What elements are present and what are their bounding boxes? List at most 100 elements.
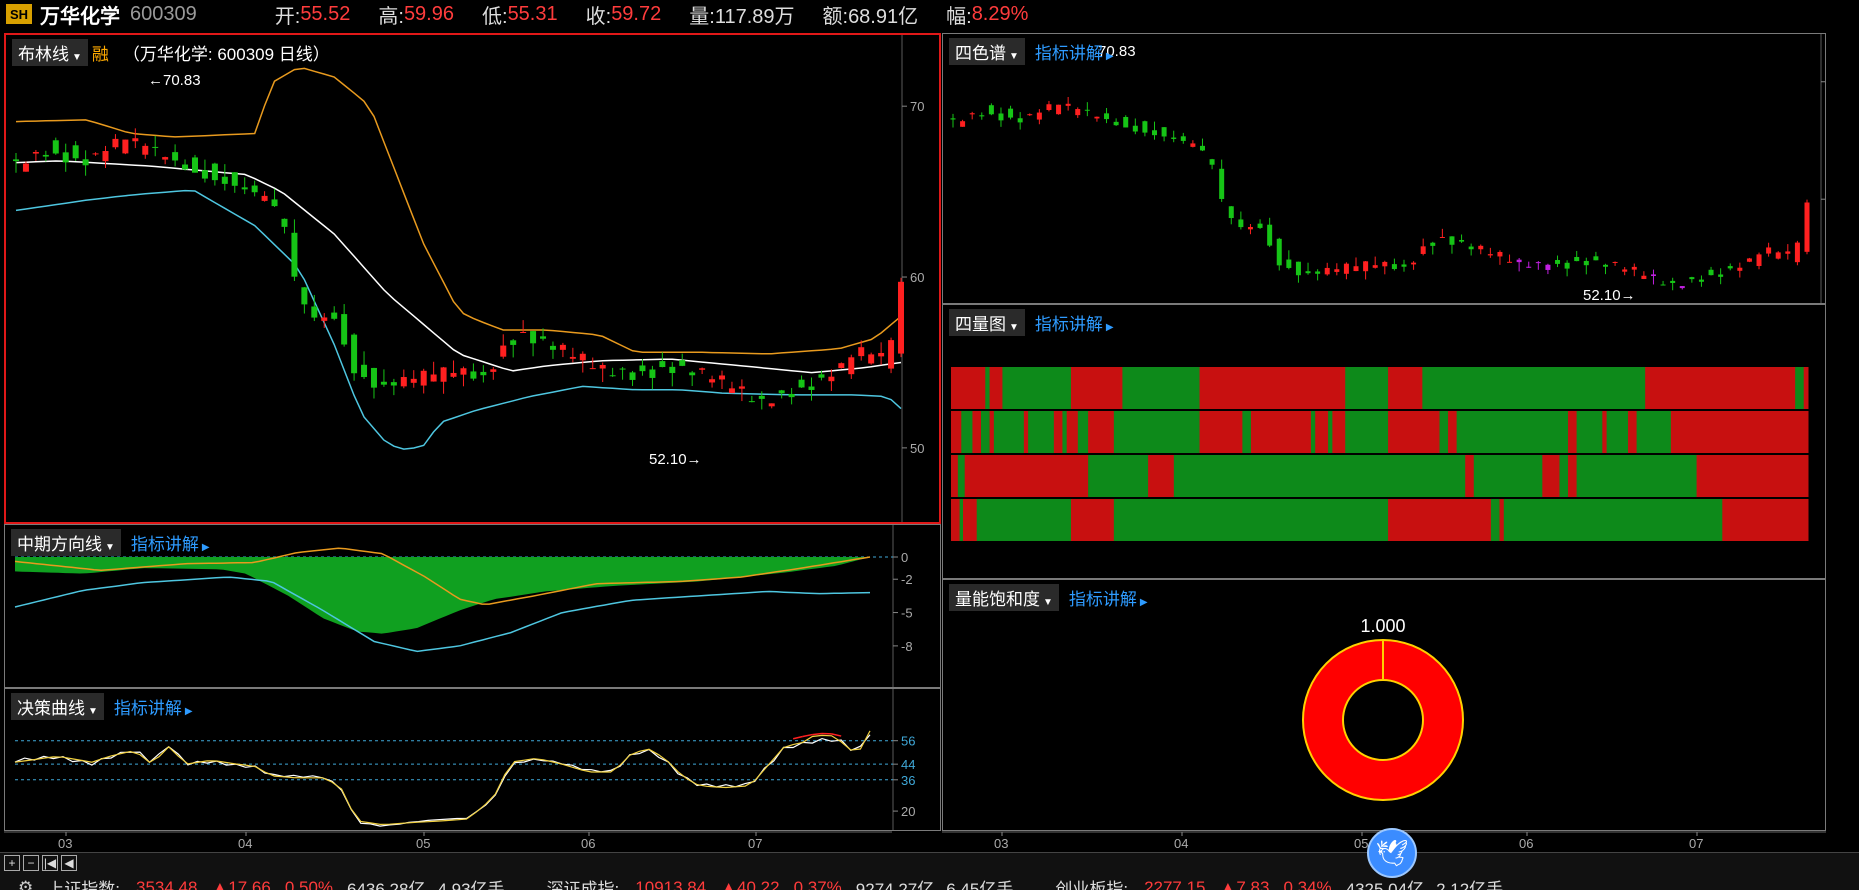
boll-indicator-selector[interactable]: 布林线 ▼ — [12, 39, 88, 66]
stock-code: 600309 — [130, 2, 197, 25]
candle-body — [950, 118, 956, 120]
decision-curve-selector[interactable]: 决策曲线 ▼ — [11, 693, 104, 720]
index-cy-name[interactable]: 创业板指: — [1055, 875, 1128, 890]
candle-body — [1574, 257, 1580, 262]
four-quant-panel[interactable]: 四量图 ▼ 指标讲解 ▶ — [942, 304, 1826, 579]
four-quant-selector[interactable]: 四量图 ▼ — [949, 309, 1025, 336]
candle-body — [1459, 239, 1465, 242]
candle-body — [1497, 251, 1503, 257]
candle-body — [72, 145, 79, 159]
candle-body — [1689, 277, 1695, 280]
play-icon: ▶ — [1139, 597, 1148, 608]
candle-body — [1334, 269, 1340, 272]
four-color-selector[interactable]: 四色谱 ▼ — [949, 38, 1025, 65]
candle-body — [689, 372, 696, 376]
candle-body — [162, 157, 169, 160]
candle-body — [251, 185, 258, 193]
x-tick-label: 04 — [1174, 836, 1188, 851]
main-chart-panel[interactable]: 布林线 ▼ 融 （万华化学: 600309 日线） 70 60 50 ←70.83 52.… — [4, 33, 941, 524]
saturation-selector[interactable]: 量能饱和度 ▼ — [949, 584, 1059, 611]
chart-subtitle: （万华化学: 600309 日线） — [122, 45, 330, 64]
candle-body — [1238, 219, 1244, 228]
decision-explain-link[interactable]: 指标讲解 ▶ — [114, 694, 193, 719]
candle-body — [1075, 109, 1081, 116]
quant-cell — [959, 499, 964, 541]
quant-cell — [980, 411, 991, 453]
decision-curve-panel[interactable]: 决策曲线 ▼ 指标讲解 ▶ 56 44 36 20 — [4, 688, 941, 831]
saturation-value-label: 1.000 — [1360, 616, 1405, 636]
candle-body — [988, 105, 994, 115]
quant-cell — [989, 411, 995, 453]
candle-body — [1008, 108, 1014, 118]
candle-body — [291, 232, 298, 277]
candle-body — [1468, 246, 1474, 250]
x-tick-label: 07 — [748, 836, 762, 851]
boll-lower-line — [15, 189, 902, 450]
four-color-explain-link[interactable]: 指标讲解 ▶ — [1035, 39, 1114, 64]
gear-icon[interactable]: ⚙ — [18, 878, 33, 890]
go-first-button[interactable]: |◀ — [42, 855, 58, 871]
candle-body — [1123, 116, 1129, 128]
candle-body — [788, 393, 795, 398]
candlestick-chart[interactable]: 70 60 50 ←70.83 52.10→ — [6, 35, 941, 524]
mid-direction-selector[interactable]: 中期方向线 ▼ — [11, 529, 121, 556]
overbought-segment — [792, 735, 803, 740]
low-price-annotation: 52.10→ — [649, 451, 702, 468]
candle-body — [1487, 254, 1493, 256]
donut-hole — [1342, 679, 1424, 761]
mid-direction-label: 中期方向线 — [17, 535, 102, 554]
saturation-donut: 1.000 — [1302, 616, 1464, 801]
candle-body — [748, 401, 755, 403]
candle-body — [1555, 260, 1561, 264]
index-sz-pct: 0.37% — [793, 877, 842, 890]
mid-direction-explain-link[interactable]: 指标讲解 ▶ — [131, 530, 210, 555]
candle-body — [52, 140, 59, 154]
candle-body — [728, 388, 735, 394]
quant-cell — [1568, 455, 1578, 497]
x-tick-label: 06 — [581, 836, 595, 851]
candle-body — [868, 354, 875, 364]
quote-change-label: 幅: — [946, 5, 972, 28]
candle-body — [62, 152, 69, 163]
mid-direction-panel[interactable]: 中期方向线 ▼ 指标讲解 ▶ 0 -2 -5 -8 — [4, 524, 941, 688]
saturation-explain-link[interactable]: 指标讲解 ▶ — [1069, 585, 1148, 610]
overbought-segment — [802, 733, 813, 738]
zoom-in-button[interactable]: + — [4, 855, 20, 871]
quote-volume-value: 117.89万 — [714, 5, 795, 28]
index-sz-name[interactable]: 深证成指: — [547, 875, 620, 890]
candle-body — [639, 365, 646, 372]
candle-body — [1152, 130, 1158, 136]
zoom-out-button[interactable]: − — [23, 855, 39, 871]
quant-cell — [1148, 455, 1175, 497]
candle-body — [659, 361, 666, 368]
quant-cell — [1465, 455, 1475, 497]
four-quant-explain-link[interactable]: 指标讲解 ▶ — [1035, 310, 1114, 335]
go-prev-button[interactable]: ◀ — [61, 855, 77, 871]
candle-body — [848, 357, 855, 375]
candle-body — [1315, 271, 1321, 274]
quote-low-value: 55.31 — [507, 2, 558, 25]
quant-cell — [1199, 367, 1346, 409]
candle-body — [969, 113, 975, 115]
saturation-panel[interactable]: 量能饱和度 ▼ 指标讲解 ▶ 1.000 — [942, 579, 1826, 831]
index-sh-name[interactable]: 上证指数: — [47, 875, 120, 890]
candle-body — [1219, 168, 1225, 199]
candle-body — [361, 364, 368, 378]
index-ticker-bar: + − |◀ ◀ ⚙ 上证指数: 3534.48 ▲17.66 0.50% 64… — [0, 852, 1859, 890]
quant-cell — [1606, 411, 1629, 453]
candle-body — [241, 187, 248, 190]
candle-body — [609, 375, 616, 377]
quant-cell — [1070, 367, 1123, 409]
candle-body — [261, 195, 268, 201]
four-color-panel[interactable]: 四色谱▼ 指标讲解▶ 706070.8352.10→ — [942, 33, 1826, 304]
assistant-bird-icon[interactable]: 🕊 — [1367, 828, 1417, 878]
candle-body — [122, 139, 129, 154]
stock-name[interactable]: 万华化学 — [40, 0, 120, 29]
saturation-label: 量能饱和度 — [955, 590, 1040, 609]
candle-body — [1027, 114, 1033, 116]
candle-body — [778, 390, 785, 394]
quant-cell — [1070, 499, 1115, 541]
candle-body — [152, 146, 159, 148]
boll-upper-line — [15, 67, 902, 355]
four-color-chart: 706070.8352.10→ — [950, 34, 1825, 303]
